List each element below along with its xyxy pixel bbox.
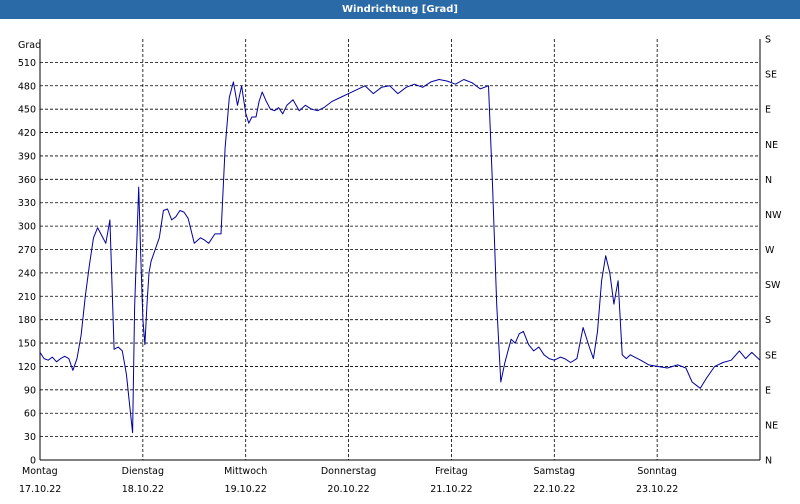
y-tick-label: 0 [30, 456, 36, 467]
x-tick-day: Montag [22, 466, 58, 477]
y-axis: 0 30 60 90 120 150 180 210 240 270 300 330 360 390 420… [18, 58, 36, 467]
right-tick-label: E [765, 105, 771, 116]
right-axis: S SE E NE N NW W SW S SE E NE N [765, 35, 782, 467]
x-tick-date: 18.10.22 [122, 484, 164, 495]
x-tick-date: 20.10.22 [327, 484, 369, 495]
right-tick-label: W [765, 245, 775, 256]
right-tick-label: S [765, 315, 771, 326]
y-tick-label: 300 [18, 222, 36, 233]
chart-area: 0 30 60 90 120 150 180 210 240 270 300 330 360 390 420… [0, 19, 800, 500]
y-tick-label: 150 [18, 339, 36, 350]
x-tick-day: Samstag [533, 466, 575, 477]
x-tick-day: Sonntag [637, 466, 676, 477]
right-tick-label: S [765, 35, 771, 46]
y-tick-label: 30 [24, 432, 36, 443]
x-tick-day: Donnerstag [321, 466, 376, 477]
y-tick-label: 180 [18, 315, 36, 326]
y-tick-label: 60 [24, 409, 36, 420]
right-tick-label: SW [765, 280, 781, 291]
x-tick-day: Mittwoch [224, 466, 267, 477]
x-tick-date: 22.10.22 [533, 484, 575, 495]
y-tick-label: 480 [18, 81, 36, 92]
y-tick-label: 270 [18, 245, 36, 256]
y-tick-label: 390 [18, 151, 36, 162]
y-tick-label: 240 [18, 268, 36, 279]
line-chart: 0 30 60 90 120 150 180 210 240 270 300 330 360 390 420… [18, 35, 782, 496]
x-tick-date: 19.10.22 [225, 484, 267, 495]
right-tick-label: NW [765, 210, 782, 221]
right-tick-label: SE [765, 350, 777, 361]
right-tick-label: NE [765, 420, 778, 431]
y-tick-label: 120 [18, 362, 36, 373]
x-tick-day: Freitag [435, 466, 468, 477]
y-tick-label: 420 [18, 128, 36, 139]
y-tick-label: 90 [24, 385, 36, 396]
y-tick-label: 210 [18, 292, 36, 303]
x-tick-date: 21.10.22 [430, 484, 472, 495]
y-tick-label: 450 [18, 105, 36, 116]
x-tick-date: 17.10.22 [19, 484, 61, 495]
chart-title: Windrichtung [Grad] [0, 0, 800, 19]
y-tick-label: 330 [18, 198, 36, 209]
y-tick-label: 510 [18, 58, 36, 69]
y-axis-label: Grad [18, 40, 41, 51]
x-axis: Montag 17.10.22 Dienstag 18.10.22 Mittwoch 19… [19, 466, 678, 495]
right-tick-label: N [765, 175, 772, 186]
grid [40, 39, 760, 460]
right-tick-label: SE [765, 70, 777, 81]
x-tick-day: Dienstag [122, 466, 164, 477]
right-tick-label: N [765, 456, 772, 467]
right-tick-label: NE [765, 140, 778, 151]
x-tick-date: 23.10.22 [636, 484, 678, 495]
right-tick-label: E [765, 385, 771, 396]
y-tick-label: 360 [18, 175, 36, 186]
